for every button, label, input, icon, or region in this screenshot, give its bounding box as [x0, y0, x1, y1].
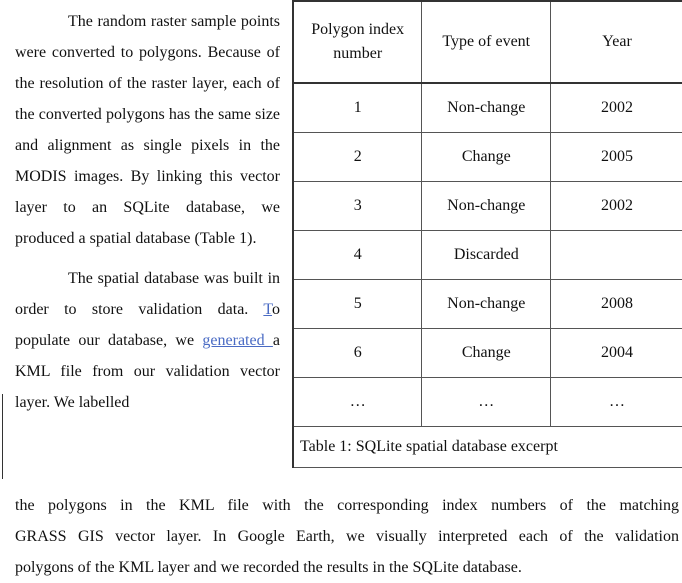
continuation-text: the polygons in the KML file with the co… — [15, 497, 679, 576]
paragraph-2: The spatial database was built in order … — [15, 270, 281, 411]
table-caption-row: Table 1: SQLite spatial database excerpt — [292, 426, 682, 468]
tracked-change-link[interactable]: generated — [202, 332, 273, 349]
table-row: 2 Change 2005 — [292, 132, 682, 182]
tracked-change-link[interactable]: T — [263, 301, 272, 318]
database-table: Polygon index number Type of event Year … — [292, 0, 682, 468]
table-row: 5 Non-change 2008 — [292, 279, 682, 329]
header-year: Year — [550, 0, 682, 84]
table-row: 3 Non-change 2002 — [292, 181, 682, 231]
header-polygon-index: Polygon index number — [292, 0, 423, 84]
table-row: 4 Discarded — [292, 230, 682, 280]
table-row: 1 Non-change 2002 — [292, 82, 682, 133]
table-row: … … … — [292, 377, 682, 427]
table-row: 6 Change 2004 — [292, 328, 682, 378]
table-header-row: Polygon index number Type of event Year — [292, 0, 682, 84]
header-type-of-event: Type of event — [421, 0, 552, 84]
table-caption: Table 1: SQLite spatial database excerpt — [292, 426, 682, 468]
paragraph-1: The random raster sample points were con… — [15, 13, 281, 247]
change-bar — [2, 394, 3, 479]
body-text-column: The random raster sample points were con… — [15, 6, 280, 418]
